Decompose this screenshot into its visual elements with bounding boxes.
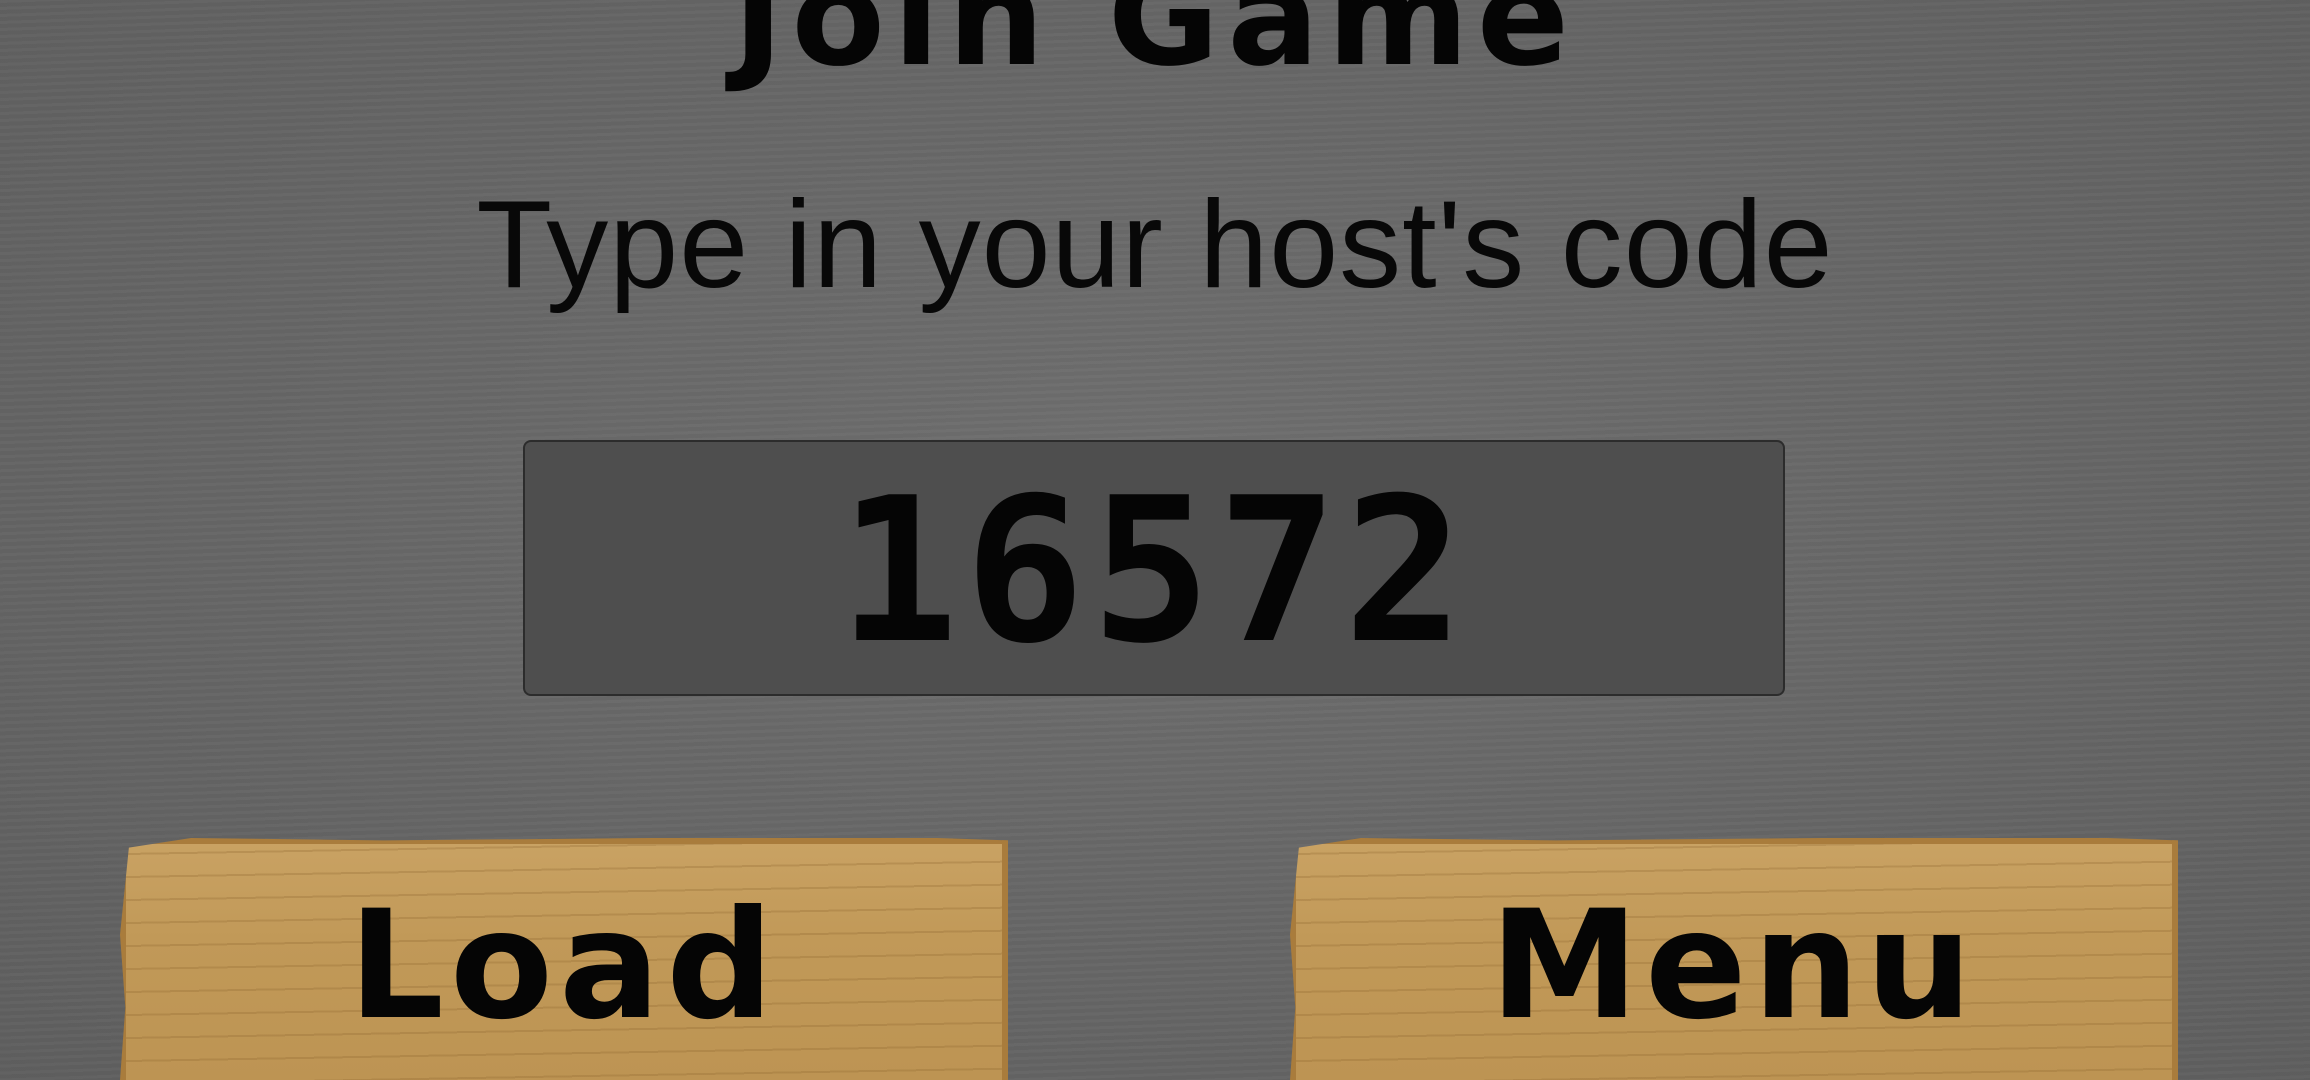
load-button-label: Load (348, 879, 780, 1053)
menu-button-label: Menu (1489, 879, 1979, 1053)
screen-title: Join Game (732, 0, 1578, 97)
load-button[interactable]: Load (120, 838, 1008, 1080)
menu-button[interactable]: Menu (1290, 838, 2178, 1080)
host-code-input[interactable]: 16572 (523, 440, 1785, 696)
host-code-value: 16572 (837, 455, 1471, 688)
join-game-screen: Join Game Type in your host's code 16572… (0, 0, 2310, 1080)
instruction-text: Type in your host's code (476, 176, 1834, 314)
